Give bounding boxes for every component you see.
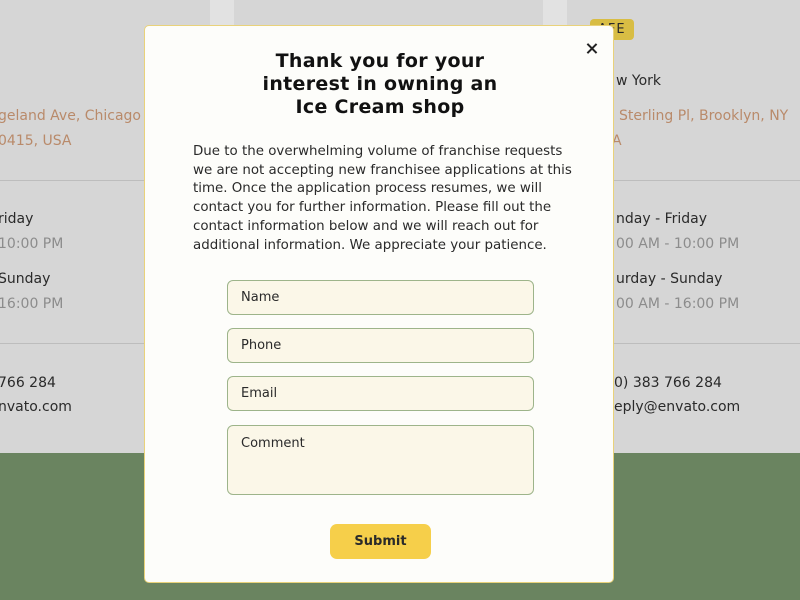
modal-description: Due to the overwhelming volume of franch… (193, 144, 572, 253)
modal-title: Thank you for your interest in owning an… (205, 50, 555, 119)
name-input[interactable] (227, 280, 534, 315)
close-icon[interactable] (583, 40, 601, 58)
modal-title-line3: Ice Cream shop (295, 96, 465, 118)
modal-title-line2: interest in owning an (262, 73, 498, 95)
comment-textarea[interactable] (227, 425, 534, 495)
franchise-modal: Thank you for your interest in owning an… (144, 25, 614, 583)
phone-input[interactable] (227, 328, 534, 363)
email-input[interactable] (227, 376, 534, 411)
modal-title-line1: Thank you for your (275, 50, 485, 72)
submit-button[interactable]: Submit (330, 524, 431, 559)
